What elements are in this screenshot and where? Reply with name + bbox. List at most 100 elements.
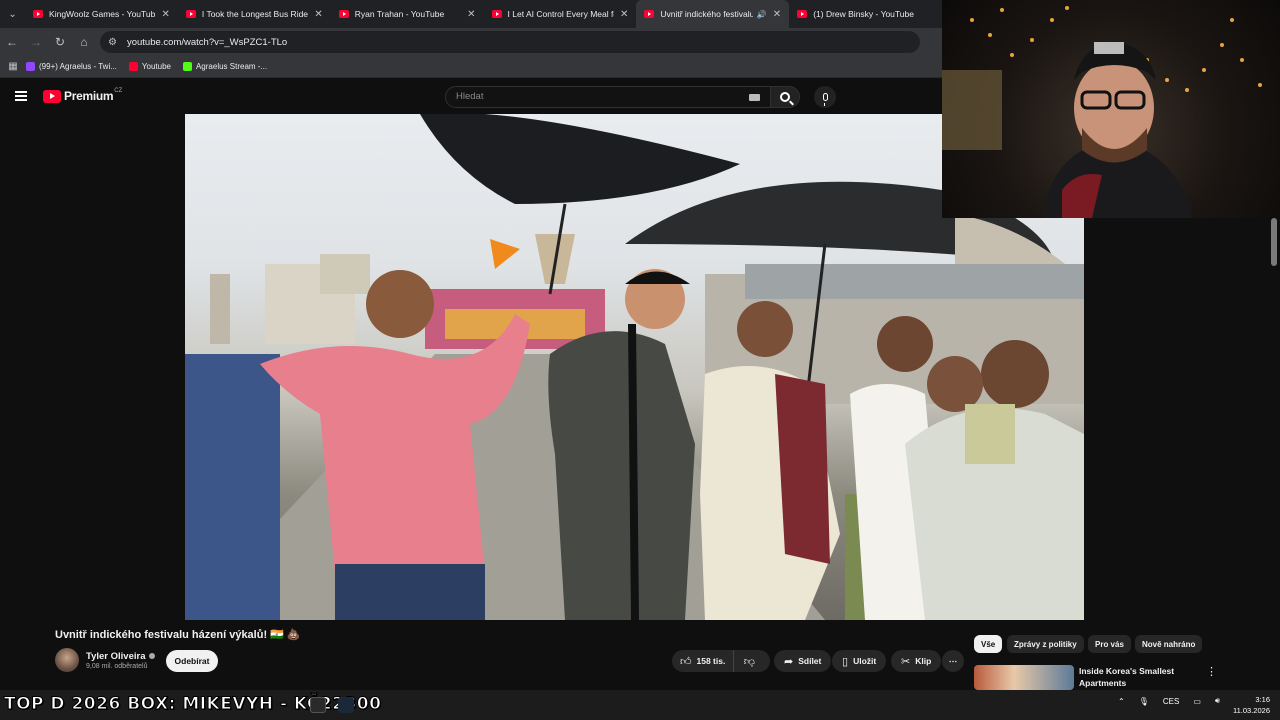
youtube-favicon-icon [491, 10, 502, 18]
input-language[interactable]: CES [1163, 697, 1179, 706]
forward-arrow-icon[interactable]: → [24, 30, 48, 54]
browser-tab-active[interactable]: Uvnitř indického festivalu h 🔊 ✕ [636, 0, 790, 28]
steam-icon[interactable] [338, 697, 354, 713]
youtube-favicon-icon [797, 10, 808, 18]
chip-all[interactable]: Vše [974, 635, 1003, 653]
tab-close-icon[interactable]: ✕ [620, 9, 628, 20]
channel-name-text: Tyler Oliveira [86, 651, 146, 662]
page-scrollbar[interactable] [1271, 218, 1277, 266]
address-bar[interactable]: ⚙ youtube.com/watch?v=_WsPZC1-TLo [100, 31, 920, 53]
volume-icon[interactable]: 🔊︎ [1215, 696, 1220, 706]
chip-for-you[interactable]: Pro vás [1088, 635, 1131, 653]
tab-close-icon[interactable]: ✕ [161, 9, 169, 20]
more-horizontal-icon: ⋯ [948, 655, 958, 666]
recommendation-thumbnail[interactable] [974, 665, 1074, 690]
tab-title: I Let AI Control Every Meal for [507, 9, 614, 19]
kick-icon [182, 62, 192, 71]
search-input[interactable]: Hledat [445, 86, 771, 108]
url-text: youtube.com/watch?v=_WsPZC1-TLo [126, 36, 288, 48]
youtube-favicon-icon [33, 10, 44, 18]
tab-title: (1) Drew Binsky - YouTube [813, 9, 914, 19]
menu-hamburger-icon[interactable] [15, 91, 27, 101]
channel-avatar[interactable] [55, 648, 79, 672]
tab-close-icon[interactable]: ✕ [773, 9, 781, 20]
tab-title: KingWoolz Games - YouTube [49, 9, 156, 19]
taskbar-app-icon[interactable] [310, 697, 326, 713]
clock-date: 11.03.2026 [1233, 706, 1270, 715]
logo-text: Premium [64, 89, 114, 103]
bookmark-label: Youtube [141, 62, 171, 71]
bookmark-icon: ▯ [842, 655, 849, 668]
bookmark-label: (99+) Agraelus - Twi... [39, 62, 117, 71]
keyboard-icon[interactable] [749, 94, 760, 101]
tab-search-chevron-icon[interactable]: ⌄ [0, 0, 25, 28]
tray-chevron-up-icon[interactable]: ⌃ [1118, 697, 1125, 706]
verified-badge-icon [148, 653, 155, 660]
youtube-icon [128, 62, 138, 71]
streamer-camera [942, 6, 1262, 218]
bookmark-label: Agraelus Stream -... [195, 62, 268, 71]
network-icon[interactable]: ▭ [1193, 697, 1201, 706]
save-label: Uložit [853, 656, 877, 666]
tab-close-icon[interactable]: ✕ [467, 9, 475, 20]
youtube-favicon-icon [185, 10, 196, 18]
search-button[interactable] [770, 86, 800, 108]
bookmarks-bar: ▦ (99+) Agraelus - Twi... Youtube Agrael… [0, 56, 942, 78]
tab-close-icon[interactable]: ✕ [314, 9, 322, 20]
reload-icon[interactable]: ↻ [48, 30, 72, 54]
browser-tab[interactable]: (1) Drew Binsky - YouTube [789, 0, 942, 28]
video-title: Uvnitř indického festivalu házení výkalů… [55, 629, 301, 641]
clip-label: Klip [915, 656, 932, 666]
share-label: Sdílet [798, 656, 822, 666]
bookmark-item[interactable]: (99+) Agraelus - Twi... [26, 62, 117, 71]
taskbar-clock[interactable]: 3:16 11.03.2026 [1226, 694, 1270, 716]
back-arrow-icon[interactable]: ← [0, 30, 24, 54]
search-icon [780, 92, 790, 102]
tab-title: Uvnitř indického festivalu h [660, 9, 753, 19]
share-button[interactable]: ➦ Sdílet [774, 650, 832, 672]
dislike-button[interactable]: 👎︎ [734, 650, 764, 672]
voice-search-button[interactable] [814, 86, 836, 108]
region-code: CZ [114, 88, 123, 94]
recommendation-more-icon[interactable]: ⋮ [1206, 665, 1217, 678]
recommendation-title[interactable]: Inside Korea's Smallest Apartments [1079, 665, 1189, 689]
browser-tab-strip: ⌄ KingWoolz Games - YouTube ✕ I Took the… [0, 0, 942, 28]
subscriber-count: 9,08 mil. odběratelů [86, 663, 148, 670]
chip-recently-uploaded[interactable]: Nově nahráno [1135, 635, 1203, 653]
youtube-premium-logo[interactable]: Premium CZ [43, 88, 123, 103]
share-icon: ➦ [784, 655, 794, 668]
scissors-icon: ✂ [901, 655, 911, 668]
like-dislike-group: 👍︎ 158 tis. 👎︎ [672, 650, 770, 672]
thumbs-up-icon: 👍︎ [680, 655, 692, 668]
youtube-play-icon [43, 89, 61, 103]
site-info-icon[interactable]: ⚙ [108, 37, 117, 48]
youtube-favicon-icon [338, 10, 349, 18]
clip-button[interactable]: ✂ Klip [891, 650, 942, 672]
chip-politics-news[interactable]: Zprávy z politiky [1007, 635, 1084, 653]
microphone-icon [822, 93, 828, 106]
apps-grid-icon[interactable]: ▦ [0, 55, 26, 79]
thumbs-down-icon: 👎︎ [743, 655, 755, 668]
bookmark-item[interactable]: Agraelus Stream -... [182, 62, 268, 71]
like-count: 158 tis. [696, 656, 726, 666]
home-icon[interactable]: ⌂ [72, 30, 96, 54]
tab-title: Ryan Trahan - YouTube [354, 9, 445, 19]
more-actions-button[interactable]: ⋯ [942, 650, 964, 672]
like-button[interactable]: 👍︎ 158 tis. [672, 650, 735, 672]
save-button[interactable]: ▯ Uložit [832, 650, 887, 672]
browser-tab[interactable]: I Took the Longest Bus Ride in ✕ [178, 0, 331, 28]
twitch-icon [26, 62, 35, 71]
browser-tab[interactable]: I Let AI Control Every Meal for ✕ [484, 0, 637, 28]
subscribe-button[interactable]: Odebírat [166, 650, 218, 672]
audio-playing-icon[interactable]: 🔊 [757, 10, 767, 19]
browser-tab[interactable]: KingWoolz Games - YouTube ✕ [25, 0, 178, 28]
tab-title: I Took the Longest Bus Ride in [201, 9, 309, 19]
search-placeholder: Hledat [456, 91, 484, 102]
system-tray: ⌃ 🎙︎ CES ▭ 🔊︎ [1118, 696, 1234, 706]
microphone-tray-icon[interactable]: 🎙︎ [1139, 697, 1149, 706]
channel-name[interactable]: Tyler Oliveira [86, 651, 155, 662]
browser-tab[interactable]: Ryan Trahan - YouTube ✕ [331, 0, 484, 28]
browser-toolbar: ← → ↻ ⌂ ⚙ youtube.com/watch?v=_WsPZC1-TL… [0, 28, 942, 56]
bookmark-item[interactable]: Youtube [128, 62, 171, 71]
youtube-favicon-icon [644, 10, 655, 18]
